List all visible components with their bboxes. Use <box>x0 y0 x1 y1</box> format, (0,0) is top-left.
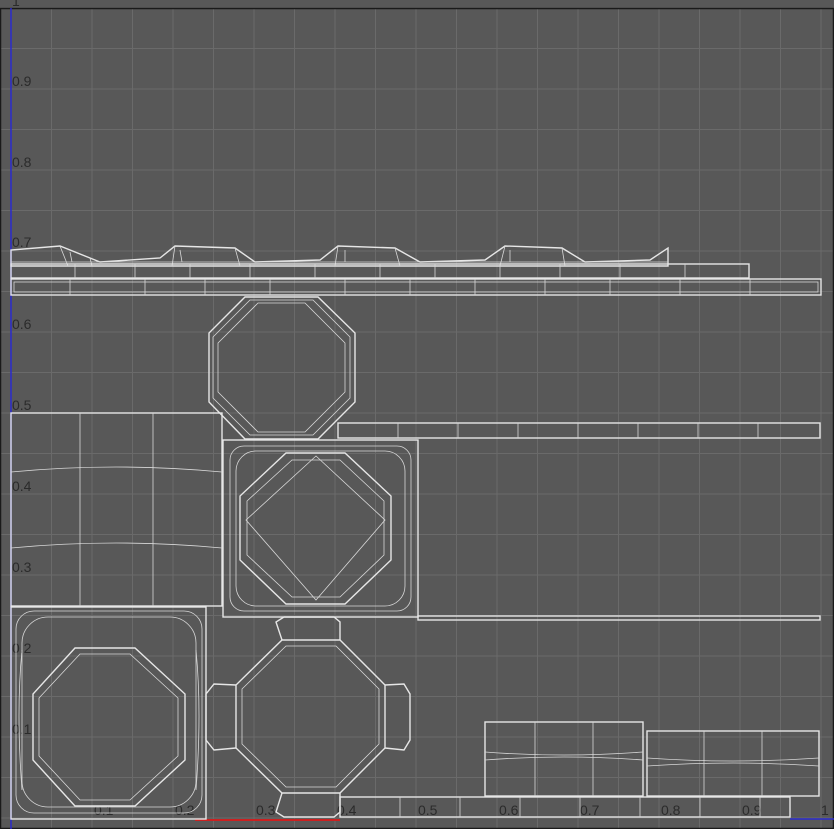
uv-island-bumped-strip[interactable] <box>10 245 669 267</box>
uv-island-octagon-top[interactable] <box>208 296 356 440</box>
u-tick-label: 0.2 <box>175 802 195 818</box>
v-tick-label: 0.7 <box>12 234 32 250</box>
u-tick-label: 1 <box>821 802 829 818</box>
v-tick-labels: 1 0.9 0.8 0.7 0.6 0.5 0.4 0.3 0.2 0.1 <box>12 0 32 737</box>
uv-island-grid-patch[interactable] <box>10 412 223 607</box>
uv-island-box-octagon-large[interactable] <box>10 606 207 820</box>
v-tick-label: 0.5 <box>12 397 32 413</box>
v-tick-label: 0.3 <box>12 559 32 575</box>
v-tick-label: 1 <box>12 0 20 9</box>
v-tick-label: 0.8 <box>12 154 32 170</box>
uv-island-box-octagon[interactable] <box>222 439 419 618</box>
uv-editor-canvas[interactable]: 1 0.9 0.8 0.7 0.6 0.5 0.4 0.3 0.2 0.1 0.… <box>0 0 834 829</box>
u-tick-label: 0.1 <box>94 802 114 818</box>
u-tick-label: 0.5 <box>418 802 438 818</box>
v-tick-label: 0.9 <box>12 73 32 89</box>
uv-frame-border <box>0 7 834 829</box>
v-tick-label: 0.6 <box>12 316 32 332</box>
u-tick-label: 0.7 <box>580 802 600 818</box>
v-tick-label: 0.4 <box>12 478 32 494</box>
uv-island-strip-middle[interactable] <box>337 422 821 439</box>
u-tick-label: 0.6 <box>499 802 519 818</box>
u-tick-labels: 0.1 0.2 0.3 0.4 0.5 0.6 0.7 0.8 0.9 1 <box>94 802 829 818</box>
u-tick-label: 0.8 <box>661 802 681 818</box>
uv-island-block-a[interactable] <box>484 721 644 797</box>
uv-island-octagon-handles[interactable] <box>205 616 411 818</box>
uv-island-block-b[interactable] <box>646 730 820 797</box>
u-tick-label: 0.9 <box>742 802 762 818</box>
u-tick-label: 0.3 <box>256 802 276 818</box>
uv-island-strip-bottom[interactable] <box>339 796 791 818</box>
uv-grid <box>0 7 834 829</box>
